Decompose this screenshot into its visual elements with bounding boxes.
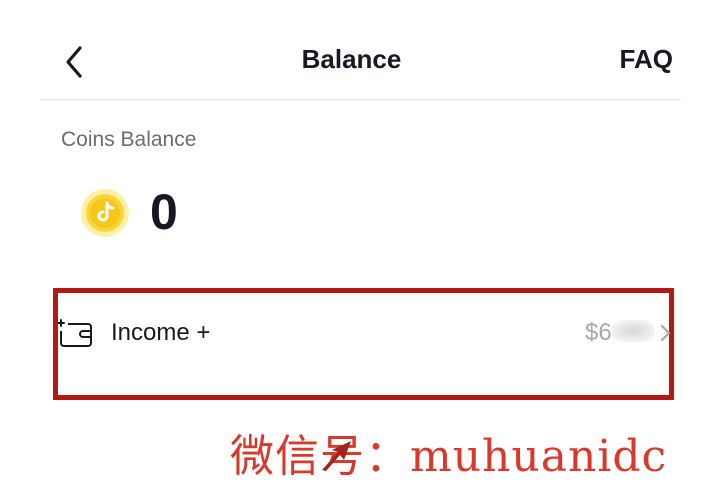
- faq-link[interactable]: FAQ: [620, 44, 673, 75]
- coins-balance-label: Coins Balance: [61, 128, 197, 151]
- coin-balance-amount: 0: [150, 184, 178, 240]
- header-divider: [40, 99, 681, 100]
- coin-icon: [80, 188, 130, 238]
- watermark-text: 微信号：muhuanidc: [230, 431, 668, 482]
- chevron-right-icon[interactable]: [657, 322, 673, 344]
- wallet-icon: [57, 317, 94, 349]
- page-title: Balance: [301, 44, 402, 74]
- header-bar: Balance FAQ: [0, 0, 703, 100]
- income-label[interactable]: Income +: [111, 319, 210, 347]
- income-value: $6: [585, 319, 612, 346]
- blurred-amount: [611, 320, 655, 342]
- cursor-arrow-icon: [318, 438, 354, 472]
